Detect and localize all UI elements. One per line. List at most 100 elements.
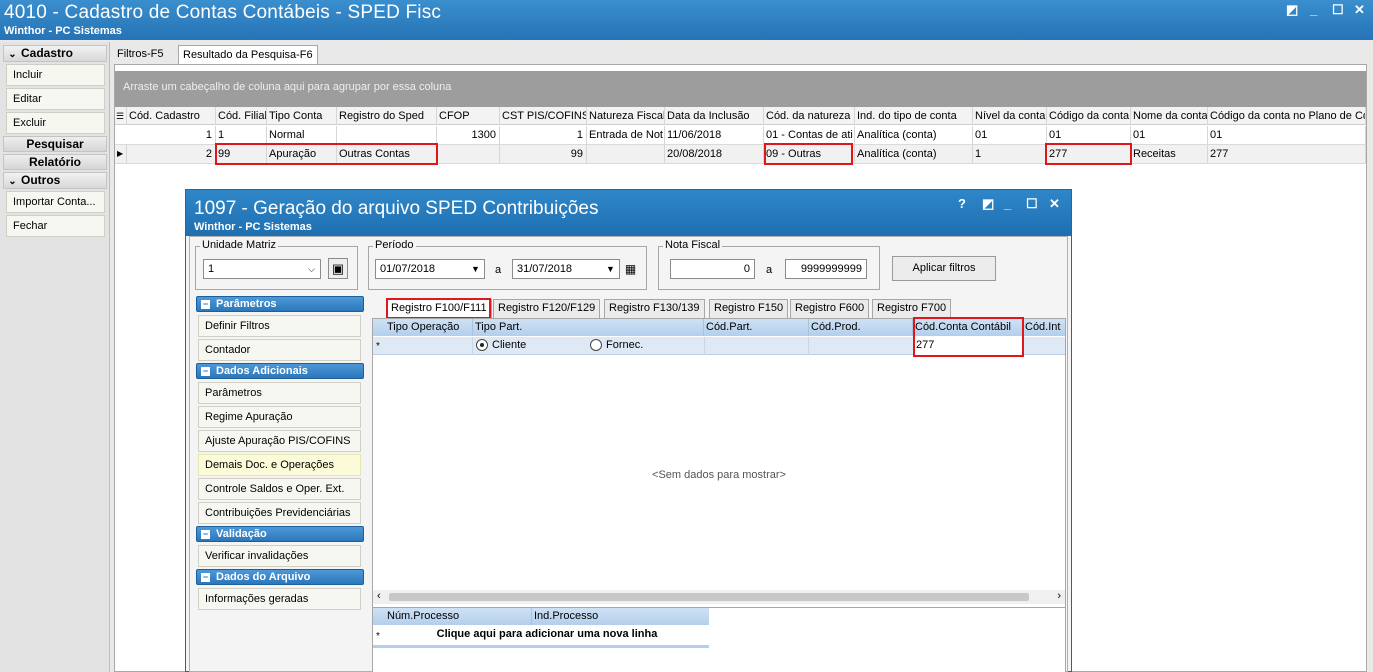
tab-filtros[interactable]: Filtros-F5 bbox=[113, 45, 167, 65]
scroll-left-icon[interactable]: ‹ bbox=[377, 590, 381, 602]
maximize-icon[interactable]: ☐ bbox=[1332, 2, 1344, 18]
periodo-inicio-input[interactable]: 01/07/2018 ▼ bbox=[375, 259, 485, 279]
col-cod-natureza[interactable]: Cód. da natureza bbox=[764, 107, 855, 125]
regime-apuracao-button[interactable]: Regime Apuração bbox=[198, 406, 361, 428]
highlight-box bbox=[1045, 143, 1132, 165]
col-nivel-conta[interactable]: Nível da conta bbox=[973, 107, 1047, 125]
cell: 99 bbox=[500, 145, 587, 163]
tab-registro-f130[interactable]: Registro F130/139 bbox=[604, 299, 705, 318]
restore-icon[interactable]: ◩ bbox=[982, 196, 994, 212]
unidade-select[interactable]: 1 ⌵ bbox=[203, 259, 321, 279]
parametros-button[interactable]: Parâmetros bbox=[198, 382, 361, 404]
col-tipo-conta[interactable]: Tipo Conta bbox=[267, 107, 337, 125]
collapse-icon: − bbox=[201, 571, 210, 582]
col-cst[interactable]: CST PIS/COFINS bbox=[500, 107, 587, 125]
close-icon[interactable]: ✕ bbox=[1354, 2, 1365, 18]
col-cod-filial[interactable]: Cód. Filial bbox=[216, 107, 267, 125]
col-codigo-conta[interactable]: Código da conta bbox=[1047, 107, 1131, 125]
importar-conta-button[interactable]: Importar Conta... bbox=[6, 191, 105, 213]
group-relatorio[interactable]: Relatório bbox=[3, 154, 107, 170]
demais-doc-button[interactable]: Demais Doc. e Operações bbox=[198, 454, 361, 476]
informacoes-geradas-button[interactable]: Informações geradas bbox=[198, 588, 361, 610]
col-cod-int[interactable]: Cód.Int bbox=[1023, 319, 1065, 336]
radio-fornec[interactable] bbox=[590, 339, 602, 351]
col-tipo-part[interactable]: Tipo Part. bbox=[473, 319, 704, 336]
nf-fim-input[interactable]: 9999999999 bbox=[785, 259, 867, 279]
close-icon[interactable]: ✕ bbox=[1049, 196, 1060, 212]
maximize-icon[interactable]: ☐ bbox=[1026, 196, 1038, 212]
horizontal-scrollbar[interactable]: ‹ › bbox=[373, 590, 1065, 604]
group-dados-adicionais[interactable]: − Dados Adicionais bbox=[196, 363, 364, 379]
col-natureza-fiscal[interactable]: Natureza Fiscal bbox=[587, 107, 665, 125]
cell: 1 bbox=[216, 126, 267, 144]
scrollbar-thumb[interactable] bbox=[389, 593, 1029, 601]
add-row-label[interactable]: Clique aqui para adicionar uma nova linh… bbox=[385, 628, 709, 640]
collapse-icon: − bbox=[201, 298, 210, 309]
controle-saldos-button[interactable]: Controle Saldos e Oper. Ext. bbox=[198, 478, 361, 500]
tab-registro-f120[interactable]: Registro F120/F129 bbox=[493, 299, 601, 318]
minimize-icon[interactable]: _ bbox=[1310, 2, 1317, 17]
aplicar-filtros-button[interactable]: Aplicar filtros bbox=[892, 256, 996, 281]
cell: 1 bbox=[500, 126, 587, 144]
contribuicoes-prev-button[interactable]: Contribuições Previdenciárias bbox=[198, 502, 361, 524]
nf-separator: a bbox=[766, 264, 773, 276]
cell: 2 bbox=[127, 145, 216, 163]
col-nome-conta[interactable]: Nome da conta bbox=[1131, 107, 1208, 125]
group-validacao[interactable]: − Validação bbox=[196, 526, 364, 542]
col-data-inclusao[interactable]: Data da Inclusão bbox=[665, 107, 764, 125]
help-icon[interactable]: ? bbox=[958, 196, 966, 211]
cell[interactable] bbox=[385, 337, 473, 355]
group-dados-adicionais-label: Dados Adicionais bbox=[216, 365, 308, 377]
col-cod-cadastro[interactable]: Cód. Cadastro bbox=[127, 107, 216, 125]
tab-registro-f600[interactable]: Registro F600 bbox=[790, 299, 870, 318]
col-ind-tipo-conta[interactable]: Ind. do tipo de conta bbox=[855, 107, 973, 125]
restore-icon[interactable]: ◩ bbox=[1286, 2, 1298, 18]
col-cod-prod[interactable]: Cód.Prod. bbox=[809, 319, 913, 336]
verificar-invalidacoes-button[interactable]: Verificar invalidações bbox=[198, 545, 361, 567]
col-num-processo[interactable]: Núm.Processo bbox=[385, 608, 532, 625]
group-dados-arquivo[interactable]: − Dados do Arquivo bbox=[196, 569, 364, 585]
tab-registro-f150[interactable]: Registro F150 bbox=[709, 299, 789, 318]
group-by-bar[interactable]: Arraste um cabeçalho de coluna aqui para… bbox=[115, 71, 1366, 107]
empty-message: <Sem dados para mostrar> bbox=[652, 469, 786, 481]
col-ind-processo[interactable]: Ind.Processo bbox=[532, 608, 709, 625]
tab-registro-f700[interactable]: Registro F700 bbox=[872, 299, 952, 318]
tab-resultado-pesquisa[interactable]: Resultado da Pesquisa-F6 bbox=[178, 45, 318, 65]
new-row-marker: * bbox=[376, 341, 380, 352]
outer-window-title: 4010 - Cadastro de Contas Contábeis - SP… bbox=[4, 2, 442, 23]
highlight-box bbox=[764, 143, 853, 165]
group-cadastro[interactable]: ⌄ Cadastro bbox=[3, 45, 107, 62]
save-icon[interactable]: ▣ bbox=[328, 258, 348, 279]
group-validacao-label: Validação bbox=[216, 528, 267, 540]
radio-cliente[interactable] bbox=[476, 339, 488, 351]
incluir-button[interactable]: Incluir bbox=[6, 64, 105, 86]
scroll-right-icon[interactable]: › bbox=[1057, 590, 1061, 602]
col-codigo-plano[interactable]: Código da conta no Plano de Co bbox=[1208, 107, 1366, 125]
group-parametros[interactable]: − Parâmetros bbox=[196, 296, 364, 312]
inner-title-bar: 1097 - Geração do arquivo SPED Contribui… bbox=[186, 190, 1071, 236]
definir-filtros-button[interactable]: Definir Filtros bbox=[198, 315, 361, 337]
row-indicator-icon: ▶ bbox=[115, 145, 127, 163]
radio-fornec-label: Fornec. bbox=[606, 339, 644, 351]
periodo-fim-input[interactable]: 31/07/2018 ▼ bbox=[512, 259, 620, 279]
excluir-button[interactable]: Excluir bbox=[6, 112, 105, 134]
col-tipo-operacao[interactable]: Tipo Operação bbox=[385, 319, 473, 336]
col-registro-sped[interactable]: Registro do Sped bbox=[337, 107, 437, 125]
cell bbox=[437, 145, 500, 163]
group-outros[interactable]: ⌄ Outros bbox=[3, 172, 107, 189]
collapse-icon: − bbox=[201, 528, 210, 539]
nf-inicio-input[interactable]: 0 bbox=[670, 259, 755, 279]
cell[interactable] bbox=[704, 337, 809, 355]
contador-button[interactable]: Contador bbox=[198, 339, 361, 361]
column-chooser-icon[interactable]: ☰ bbox=[115, 107, 127, 125]
col-cfop[interactable]: CFOP bbox=[437, 107, 500, 125]
minimize-icon[interactable]: _ bbox=[1004, 196, 1011, 211]
group-pesquisar[interactable]: Pesquisar bbox=[3, 136, 107, 152]
col-cod-part[interactable]: Cód.Part. bbox=[704, 319, 809, 336]
ajuste-apuracao-button[interactable]: Ajuste Apuração PIS/COFINS bbox=[198, 430, 361, 452]
unidade-label: Unidade Matriz bbox=[200, 239, 278, 251]
fechar-button[interactable]: Fechar bbox=[6, 215, 105, 237]
calendar-icon[interactable]: ▦ bbox=[622, 259, 639, 279]
periodo-inicio-value: 01/07/2018 bbox=[380, 263, 436, 275]
editar-button[interactable]: Editar bbox=[6, 88, 105, 110]
